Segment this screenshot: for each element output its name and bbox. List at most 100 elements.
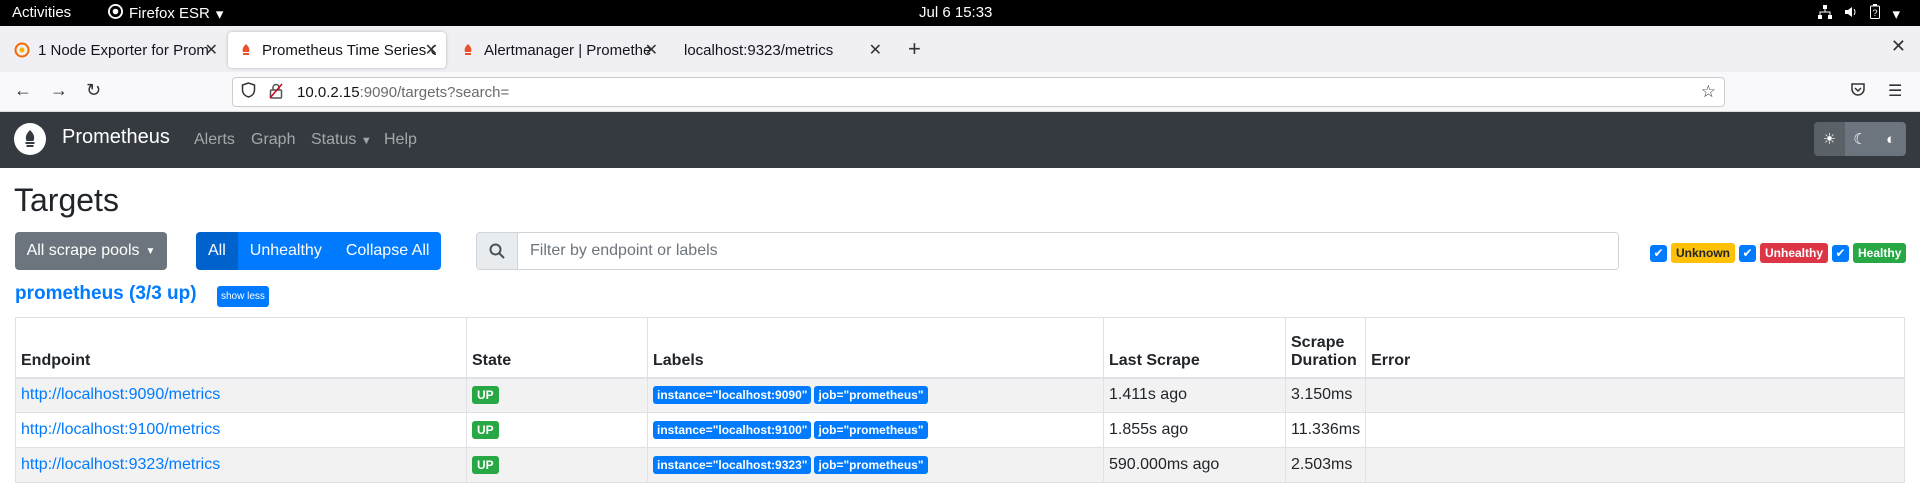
forward-icon[interactable]: → (50, 80, 68, 101)
pool-title[interactable]: prometheus (3/3 up) (15, 283, 197, 305)
label-badge: instance="localhost:9100" (653, 421, 812, 439)
last-scrape-cell: 590.000ms ago (1103, 447, 1286, 483)
endpoint-cell: http://localhost:9323/metrics (15, 447, 467, 483)
network-icon (1818, 4, 1833, 23)
tab-strip: 1 Node Exporter for Prom ✕ Prometheus Ti… (0, 26, 1920, 72)
firefox-icon (108, 4, 123, 23)
table-header-row: Endpoint State Labels Last Scrape Scrape… (15, 317, 1905, 379)
filter-all-button[interactable]: All (196, 232, 238, 270)
url-path: :9090/targets?search= (359, 83, 510, 101)
app-menu[interactable]: Firefox ESR ▾ (108, 4, 223, 23)
filter-unhealthy-button[interactable]: Unhealthy (237, 232, 334, 270)
clock[interactable]: Jul 6 15:33 (919, 4, 992, 21)
close-icon[interactable]: ✕ (205, 40, 218, 60)
target-filter-group: All Unhealthy Collapse All (196, 232, 442, 270)
tab-alertmanager[interactable]: Alertmanager | Promethe ✕ (450, 32, 666, 68)
close-icon[interactable]: ✕ (425, 40, 438, 60)
state-cell: UP (466, 377, 648, 413)
labels-cell: instance="localhost:9090" job="prometheus… (647, 377, 1104, 413)
column-header-state: State (466, 317, 648, 379)
error-cell (1365, 377, 1905, 413)
duration-cell: 2.503ms (1284, 447, 1367, 483)
new-tab-icon[interactable]: + (908, 36, 921, 62)
label-badge: job="prometheus" (814, 421, 928, 439)
system-tray[interactable]: ? ▾ (1818, 4, 1900, 23)
label-badge: instance="localhost:9323" (653, 456, 812, 474)
activities-button[interactable]: Activities (12, 4, 71, 21)
nav-alerts[interactable]: Alerts (194, 131, 235, 149)
system-top-bar: Activities Firefox ESR ▾ Jul 6 15:33 ? ▾ (0, 0, 1920, 26)
chevron-down-icon: ▾ (215, 5, 224, 23)
nav-status-label: Status (311, 131, 357, 148)
close-icon[interactable]: ✕ (645, 40, 658, 60)
caret-down-icon: ▼ (145, 245, 156, 257)
error-cell (1365, 412, 1905, 448)
column-header-scrape-duration: Scrape Duration (1284, 317, 1367, 379)
shield-icon[interactable] (241, 82, 259, 102)
pocket-icon[interactable] (1850, 81, 1866, 102)
browser-theme-icon[interactable]: ◐ (1875, 122, 1906, 156)
hamburger-menu-icon[interactable]: ☰ (1888, 81, 1902, 101)
health-filters: ✔ Unknown ✔ Unhealthy ✔ Healthy (1650, 243, 1907, 263)
state-badge: UP (472, 386, 499, 405)
tab-node-exporter[interactable]: 1 Node Exporter for Prom ✕ (4, 32, 226, 68)
grafana-icon (14, 42, 30, 58)
endpoint-link[interactable]: http://localhost:9323/metrics (21, 456, 220, 473)
url-host: 10.0.2.15 (297, 83, 360, 101)
dark-theme-icon[interactable]: ☾ (1844, 122, 1876, 156)
targets-table: Endpoint State Labels Last Scrape Scrape… (15, 317, 1905, 483)
label-badge: job="prometheus" (814, 386, 928, 405)
table-row: http://localhost:9100/metrics UP instance=… (15, 412, 1905, 448)
column-header-last-scrape: Last Scrape (1103, 317, 1286, 379)
table-row: http://localhost:9090/metrics UP instance=… (15, 377, 1905, 413)
tab-prometheus[interactable]: Prometheus Time Series C ✕ (228, 32, 446, 68)
endpoint-link[interactable]: http://localhost:9090/metrics (21, 386, 220, 403)
tab-localhost-metrics[interactable]: localhost:9323/metrics ✕ (674, 32, 890, 68)
collapse-all-button[interactable]: Collapse All (333, 232, 442, 270)
reload-icon[interactable]: ↻ (86, 80, 101, 101)
state-cell: UP (466, 447, 648, 483)
label-badge: job="prometheus" (814, 456, 928, 474)
page-title: Targets (14, 182, 119, 218)
site-info-icon[interactable] (269, 83, 287, 102)
filter-healthy-badge: Healthy (1853, 243, 1907, 263)
endpoint-cell: http://localhost:9100/metrics (15, 412, 467, 448)
state-badge: UP (472, 421, 499, 439)
search-input[interactable] (518, 233, 1618, 269)
column-header-labels: Labels (647, 317, 1104, 379)
nav-help[interactable]: Help (384, 131, 417, 149)
system-menu-chevron-icon: ▾ (1892, 5, 1900, 23)
caret-down-icon: ▼ (360, 135, 372, 147)
prometheus-brand[interactable]: Prometheus (62, 126, 170, 149)
duration-cell: 3.150ms (1284, 377, 1367, 413)
state-badge: UP (472, 456, 499, 474)
navigation-bar: ← → ↻ 10.0.2.15:9090/targets?search= ☆ ☰ (0, 72, 1920, 112)
filter-unknown-badge: Unknown (1671, 243, 1735, 263)
filter-unknown-checkbox[interactable]: ✔ (1650, 244, 1667, 262)
close-window-icon[interactable]: ✕ (1891, 36, 1906, 57)
nav-status[interactable]: Status ▼ (311, 131, 372, 149)
filter-unhealthy-checkbox[interactable]: ✔ (1739, 244, 1756, 262)
bookmark-star-icon[interactable]: ☆ (1701, 82, 1716, 102)
tab-title: Alertmanager | Promethe (484, 41, 652, 59)
alertmanager-tab-icon (460, 42, 476, 58)
labels-cell: instance="localhost:9323" job="prometheus… (647, 447, 1104, 483)
search-icon (477, 233, 518, 269)
tab-title: 1 Node Exporter for Prom (38, 41, 209, 59)
url-bar[interactable]: 10.0.2.15:9090/targets?search= ☆ (232, 77, 1725, 107)
show-less-button[interactable]: show less (217, 286, 269, 307)
prometheus-logo-icon[interactable] (14, 123, 46, 155)
error-cell (1365, 447, 1905, 483)
endpoint-link[interactable]: http://localhost:9100/metrics (21, 421, 220, 438)
light-theme-icon[interactable]: ☀ (1814, 122, 1845, 156)
filter-healthy-checkbox[interactable]: ✔ (1832, 244, 1850, 262)
back-icon[interactable]: ← (14, 80, 32, 101)
close-icon[interactable]: ✕ (869, 40, 882, 60)
svg-text:?: ? (1873, 8, 1878, 18)
last-scrape-cell: 1.855s ago (1103, 412, 1286, 448)
search-box (476, 232, 1619, 270)
nav-graph[interactable]: Graph (251, 131, 295, 149)
scrape-pools-dropdown[interactable]: All scrape pools ▼ (15, 232, 167, 270)
prometheus-navbar: Prometheus Alerts Graph Status ▼ Help ☀ … (0, 112, 1920, 168)
scrape-pools-label: All scrape pools (26, 242, 140, 259)
